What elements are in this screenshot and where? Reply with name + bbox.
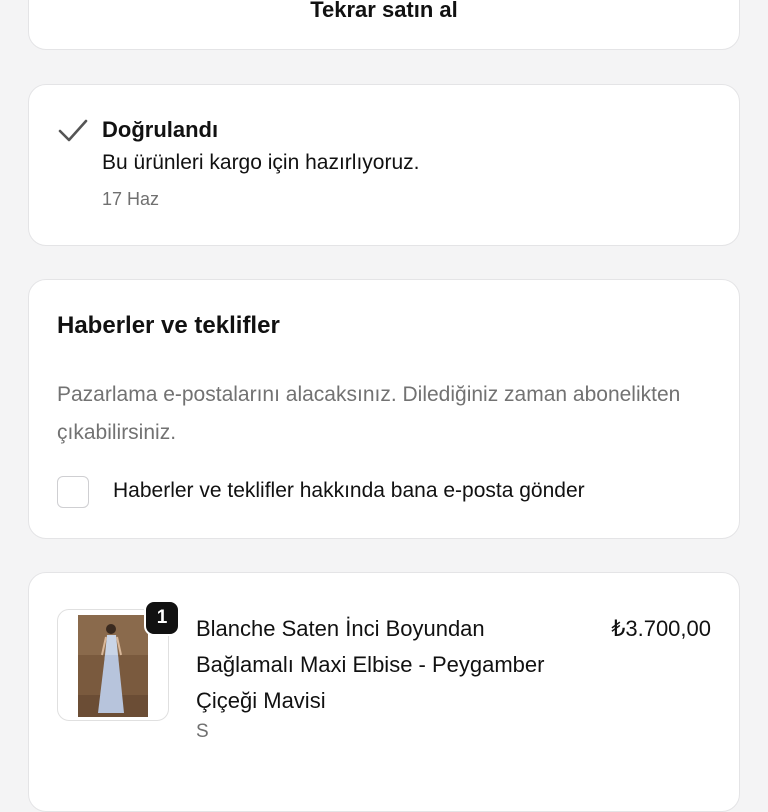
status-title: Doğrulandı <box>102 117 219 142</box>
dress-photo-icon <box>78 615 148 717</box>
email-opt-in-checkbox[interactable] <box>57 476 89 508</box>
news-offers-card: Haberler ve teklifler Pazarlama e-postal… <box>28 279 740 539</box>
status-date: 17 Haz <box>102 189 160 209</box>
product-price: ₺3.700,00 <box>611 616 711 641</box>
quantity-badge: 1 <box>144 600 180 636</box>
product-thumbnail[interactable]: 1 <box>57 600 180 721</box>
news-description: Pazarlama e-postalarını alacaksınız. Dil… <box>57 383 681 444</box>
news-title: Haberler ve teklifler <box>57 312 280 339</box>
email-opt-in-label[interactable]: Haberler ve teklifler hakkında bana e-po… <box>113 479 585 503</box>
product-name[interactable]: Blanche Saten İnci Boyundan Bağlamalı Ma… <box>196 611 556 719</box>
product-card: 1 Blanche Saten İnci Boyundan Bağlamalı … <box>28 572 740 812</box>
status-description: Bu ürünleri kargo için hazırlıyoruz. <box>102 151 420 174</box>
check-icon <box>58 119 88 142</box>
order-status-card: Doğrulandı Bu ürünleri kargo için hazırl… <box>28 84 740 246</box>
product-variant: S <box>196 721 209 742</box>
reorder-card: Tekrar satın al <box>28 0 740 50</box>
reorder-button[interactable]: Tekrar satın al <box>29 0 739 49</box>
